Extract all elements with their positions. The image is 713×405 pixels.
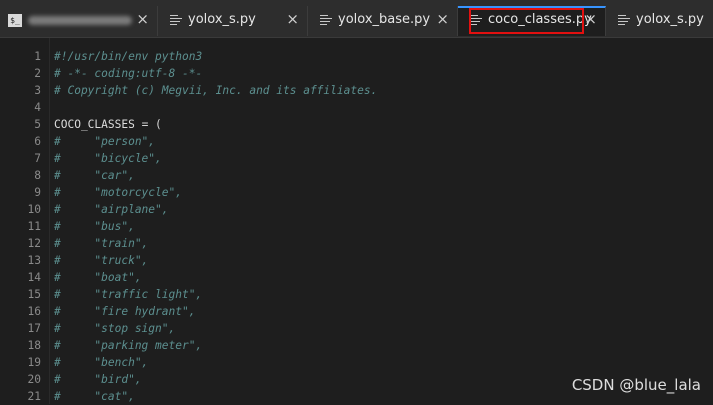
code-line: 2 # -*- coding:utf-8 -*-: [0, 65, 713, 82]
line-number: 9: [34, 186, 41, 199]
close-icon[interactable]: ×: [136, 10, 149, 28]
line-number: 3: [34, 84, 41, 97]
code-line: 12 # "train",: [0, 235, 713, 252]
line-number: 7: [34, 152, 41, 165]
line-number: 2: [34, 67, 41, 80]
line-number: 19: [27, 356, 41, 369]
code-line: 9 # "motorcycle",: [0, 184, 713, 201]
tab-bar: $_ × yolox_s.py × yolox_base.py × coco_c…: [0, 0, 713, 38]
code-line: 14 # "boat",: [0, 269, 713, 286]
file-lines-icon: [320, 15, 332, 26]
line-number: 13: [27, 254, 41, 267]
line-content: # "stop sign",: [54, 322, 176, 335]
file-lines-icon: [170, 15, 182, 26]
code-line: 6 # "person",: [0, 133, 713, 150]
line-content: # "cat",: [54, 390, 135, 403]
code-line: 4: [0, 99, 713, 116]
line-content: # "train",: [54, 237, 149, 250]
line-number: 18: [27, 339, 41, 352]
code-editor[interactable]: 1 #!/usr/bin/env python3 2 # -*- coding:utf…: [0, 38, 713, 404]
line-content: # -*- coding:utf-8 -*-: [54, 67, 203, 80]
line-content: # "parking meter",: [54, 339, 203, 352]
highlight-box: [469, 8, 584, 34]
line-number: 15: [27, 288, 41, 301]
tab-yolox-base[interactable]: yolox_base.py ×: [308, 6, 458, 36]
line-number: 16: [27, 305, 41, 318]
file-lines-icon: [618, 15, 630, 26]
code-line: 11 # "bus",: [0, 218, 713, 235]
watermark: CSDN @blue_lala: [571, 376, 701, 394]
line-number: 14: [27, 271, 41, 284]
line-number: 21: [27, 390, 41, 403]
tab-yolox-s-2[interactable]: yolox_s.py: [606, 6, 713, 36]
code-line: 15 # "traffic light",: [0, 286, 713, 303]
tab-label: yolox_base.py: [338, 12, 431, 27]
code-line: 7 # "bicycle",: [0, 150, 713, 167]
line-content: COCO_CLASSES = (: [54, 116, 162, 133]
line-content: # Copyright (c) Megvii, Inc. and its aff…: [54, 84, 378, 97]
code-line: 17 # "stop sign",: [0, 320, 713, 337]
code-line: 19 # "bench",: [0, 354, 713, 371]
line-number: 1: [34, 50, 41, 63]
line-content: # "bicycle",: [54, 152, 162, 165]
tab-terminal[interactable]: $_ ×: [0, 6, 158, 36]
identifier: COCO_CLASSES: [54, 118, 135, 131]
line-content: # "bird",: [54, 373, 142, 386]
line-content: # "bus",: [54, 220, 135, 233]
close-icon[interactable]: ×: [436, 10, 449, 28]
code-line: 3 # Copyright (c) Megvii, Inc. and its af…: [0, 82, 713, 99]
tab-yolox-s[interactable]: yolox_s.py ×: [158, 6, 308, 36]
line-number: 17: [27, 322, 41, 335]
line-number: 10: [27, 203, 41, 216]
line-number: 8: [34, 169, 41, 182]
tab-label: yolox_s.py: [188, 12, 256, 27]
close-icon[interactable]: ×: [286, 10, 299, 28]
line-number: 12: [27, 237, 41, 250]
line-content: # "boat",: [54, 271, 142, 284]
code-line: 1 #!/usr/bin/env python3: [0, 48, 713, 65]
line-content: # "fire hydrant",: [54, 305, 196, 318]
terminal-icon: $_: [8, 14, 22, 27]
code-line: 8 # "car",: [0, 167, 713, 184]
line-content: # "traffic light",: [54, 288, 203, 301]
line-content: #!/usr/bin/env python3: [54, 50, 203, 63]
line-number: 20: [27, 373, 41, 386]
code-line: 10 # "airplane",: [0, 201, 713, 218]
code-line: 13 # "truck",: [0, 252, 713, 269]
code-line: 18 # "parking meter",: [0, 337, 713, 354]
code-line: 16 # "fire hydrant",: [0, 303, 713, 320]
line-content: # "car",: [54, 169, 135, 182]
line-content: # "motorcycle",: [54, 186, 182, 199]
line-number: 4: [34, 101, 41, 114]
line-number: 11: [27, 220, 41, 233]
close-icon[interactable]: ×: [584, 10, 597, 28]
line-content: # "airplane",: [54, 203, 169, 216]
line-number: 6: [34, 135, 41, 148]
operator: = (: [134, 118, 162, 131]
line-content: # "bench",: [54, 356, 149, 369]
code-line: 5 COCO_CLASSES = (: [0, 116, 713, 133]
obscured-tab-label: [28, 16, 132, 25]
line-number: 5: [34, 118, 41, 131]
line-content: # "truck",: [54, 254, 149, 267]
line-content: # "person",: [54, 135, 156, 148]
tab-label: yolox_s.py: [636, 12, 704, 27]
